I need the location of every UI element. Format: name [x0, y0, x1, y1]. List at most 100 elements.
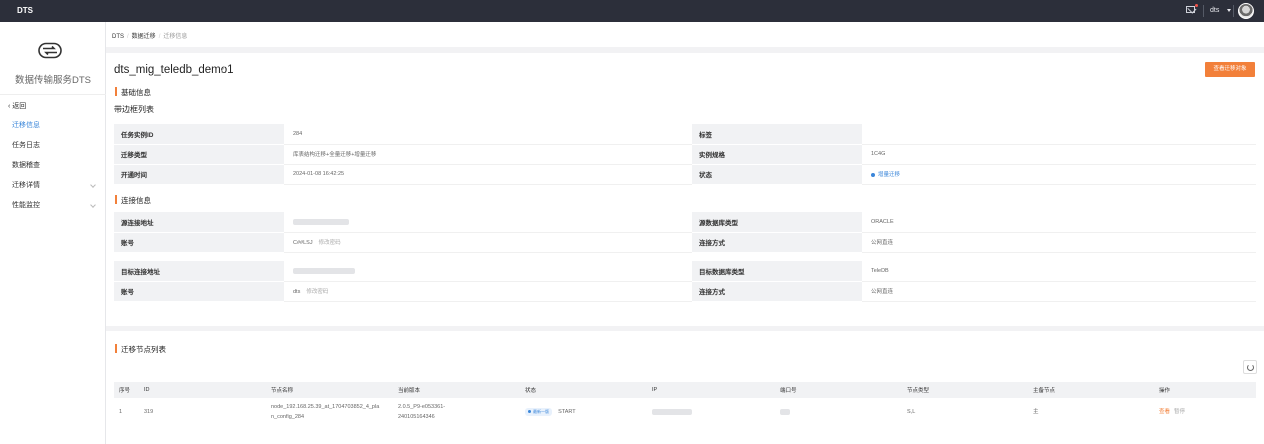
field-value: 2024-01-08 16:42:25: [284, 164, 692, 185]
sidebar-item-migration-detail[interactable]: 迁移详情: [0, 177, 106, 195]
target-address-value: [284, 261, 692, 282]
breadcrumb-bar: DTS / 数据迁移 / 迁移信息: [106, 22, 1264, 47]
chevron-down-icon: [90, 182, 96, 188]
field-label: 标签: [692, 124, 862, 145]
field-value: ORACLE: [862, 212, 1256, 233]
breadcrumb-root[interactable]: DTS: [112, 34, 124, 40]
section-title-nodes: 迁移节点列表: [115, 344, 166, 355]
field-value: 284: [284, 124, 692, 145]
table-row: 账号 dts 修改密码 连接方式 公网直连: [114, 281, 1256, 302]
service-name: 数据传输服务DTS: [14, 75, 91, 86]
mail-icon[interactable]: [1186, 6, 1195, 13]
source-address-value: [284, 212, 692, 233]
view-button[interactable]: 查看: [1159, 409, 1170, 415]
column-header: 节点类型: [902, 382, 1028, 398]
sidebar-item-task-log[interactable]: 任务日志: [0, 137, 106, 155]
table-row: 源连接地址 源数据库类型 ORACLE: [114, 212, 1256, 233]
node-name-line: n_config_284: [271, 414, 305, 420]
divider: [1233, 5, 1234, 17]
column-header: ID: [139, 382, 266, 398]
row-index: 1: [119, 409, 123, 415]
field-label: 目标数据库类型: [692, 261, 862, 282]
table-row: 开通时间 2024-01-08 16:42:25 状态 增量迁移: [114, 164, 1256, 185]
field-label: 账号: [114, 281, 284, 302]
divider: [0, 94, 106, 95]
field-label: 状态: [692, 164, 862, 185]
chevron-down-icon[interactable]: [1227, 9, 1231, 12]
table-row: 迁移类型 库表结构迁移+全量迁移+增量迁移 实例规格 1C4G: [114, 144, 1256, 165]
node-actions: 查看 暂停: [1154, 398, 1256, 426]
field-label: 连接方式: [692, 281, 862, 302]
node-role: 主: [1033, 409, 1039, 415]
field-label: 目标连接地址: [114, 261, 284, 282]
node-name: node_192.168.25.39_at_1704703852_4_pla n_…: [266, 398, 393, 426]
column-header: 主备节点: [1028, 382, 1154, 398]
migration-nodes-card: 迁移节点列表 序号 ID 节点名称 当前版本 状态 IP 端口号 节点类型 主备…: [106, 331, 1264, 444]
node-version: 2.0.5_P9-e053361- 240105164346: [393, 398, 520, 426]
version-line: 2.0.5_P9-e053361-: [398, 404, 446, 410]
column-header: 端口号: [775, 382, 902, 398]
latest-version-badge: 最新一版: [525, 408, 552, 416]
column-header: 状态: [520, 382, 647, 398]
change-password-link[interactable]: 修改密码: [319, 240, 341, 246]
back-link[interactable]: ‹ 返回: [8, 101, 26, 111]
masked-address: [293, 267, 355, 274]
pause-button[interactable]: 暂停: [1174, 409, 1185, 415]
sidebar-item-performance[interactable]: 性能监控: [0, 197, 106, 215]
back-label: 返回: [12, 103, 27, 110]
status-badge: 增量迁移: [871, 172, 900, 178]
migration-info-card: dts_mig_teledb_demo1 查看迁移对象 基础信息 带边框列表 任…: [106, 53, 1264, 326]
table-header-row: 序号 ID 节点名称 当前版本 状态 IP 端口号 节点类型 主备节点 操作: [114, 382, 1256, 398]
field-value: TeleDB: [862, 261, 1256, 282]
sidebar-item-data-audit[interactable]: 数据稽查: [0, 157, 106, 175]
avatar[interactable]: [1238, 3, 1254, 19]
sidebar-item-label: 任务日志: [12, 142, 40, 149]
dts-logo-icon: [38, 42, 62, 59]
status-value: 增量迁移: [862, 164, 1256, 185]
field-value: dts 修改密码: [284, 281, 692, 302]
page-title: dts_mig_teledb_demo1: [114, 64, 234, 76]
account-value: dts: [293, 289, 301, 295]
refresh-icon[interactable]: [1243, 360, 1257, 374]
notification-dot: [1195, 4, 1198, 7]
field-label: 迁移类型: [114, 144, 284, 165]
field-value: 1C4G: [862, 144, 1256, 165]
breadcrumb-section[interactable]: 数据迁移: [132, 34, 156, 40]
sidebar-item-label: 迁移信息: [12, 122, 40, 129]
nodes-table: 序号 ID 节点名称 当前版本 状态 IP 端口号 节点类型 主备节点 操作 1…: [114, 382, 1256, 426]
node-id: 319: [144, 409, 154, 415]
table-row: 目标连接地址 目标数据库类型 TeleDB: [114, 261, 1256, 282]
field-label: 连接方式: [692, 232, 862, 253]
field-value: 公网直连: [862, 281, 1256, 302]
column-header: 操作: [1154, 382, 1256, 398]
section-title-basic: 基础信息: [115, 87, 151, 98]
target-connection-table: 目标连接地址 目标数据库类型 TeleDB 账号 dts 修改密码 连接方式 公网…: [114, 261, 1256, 302]
table-row: 任务实例ID 284 标签: [114, 124, 1256, 145]
field-value: [862, 124, 1256, 145]
sidebar: 数据传输服务DTS ‹ 返回 迁移信息 任务日志 数据稽查 迁移详情 性能监控: [0, 22, 106, 444]
source-connection-table: 源连接地址 源数据库类型 ORACLE 账号 C##LSJ 修改密码 连接方式 公…: [114, 212, 1256, 253]
status-text: START: [558, 409, 576, 415]
view-migration-objects-button[interactable]: 查看迁移对象: [1205, 62, 1255, 77]
chevron-down-icon: [90, 202, 96, 208]
node-status: 最新一版 START: [520, 398, 647, 426]
field-label: 账号: [114, 232, 284, 253]
table-row: 账号 C##LSJ 修改密码 连接方式 公网直连: [114, 232, 1256, 253]
field-label: 任务实例ID: [114, 124, 284, 145]
masked-ip: [652, 408, 692, 415]
section-title-connection: 连接信息: [115, 195, 151, 206]
sidebar-item-migration-info[interactable]: 迁移信息: [0, 117, 106, 135]
column-header: 当前版本: [393, 382, 520, 398]
masked-port: [780, 408, 790, 415]
node-port: [775, 398, 902, 426]
table-row: 1 319 node_192.168.25.39_at_1704703852_4…: [114, 398, 1256, 426]
node-type: S,L: [907, 409, 916, 415]
user-menu[interactable]: dts: [1210, 7, 1219, 14]
field-label: 实例规格: [692, 144, 862, 165]
brand-logo-text[interactable]: DTS: [17, 6, 33, 15]
column-header: 序号: [114, 382, 139, 398]
node-name-line: node_192.168.25.39_at_1704703852_4_pla: [271, 404, 380, 410]
field-value: 公网直连: [862, 232, 1256, 253]
change-password-link[interactable]: 修改密码: [306, 289, 328, 295]
field-label: 源连接地址: [114, 212, 284, 233]
